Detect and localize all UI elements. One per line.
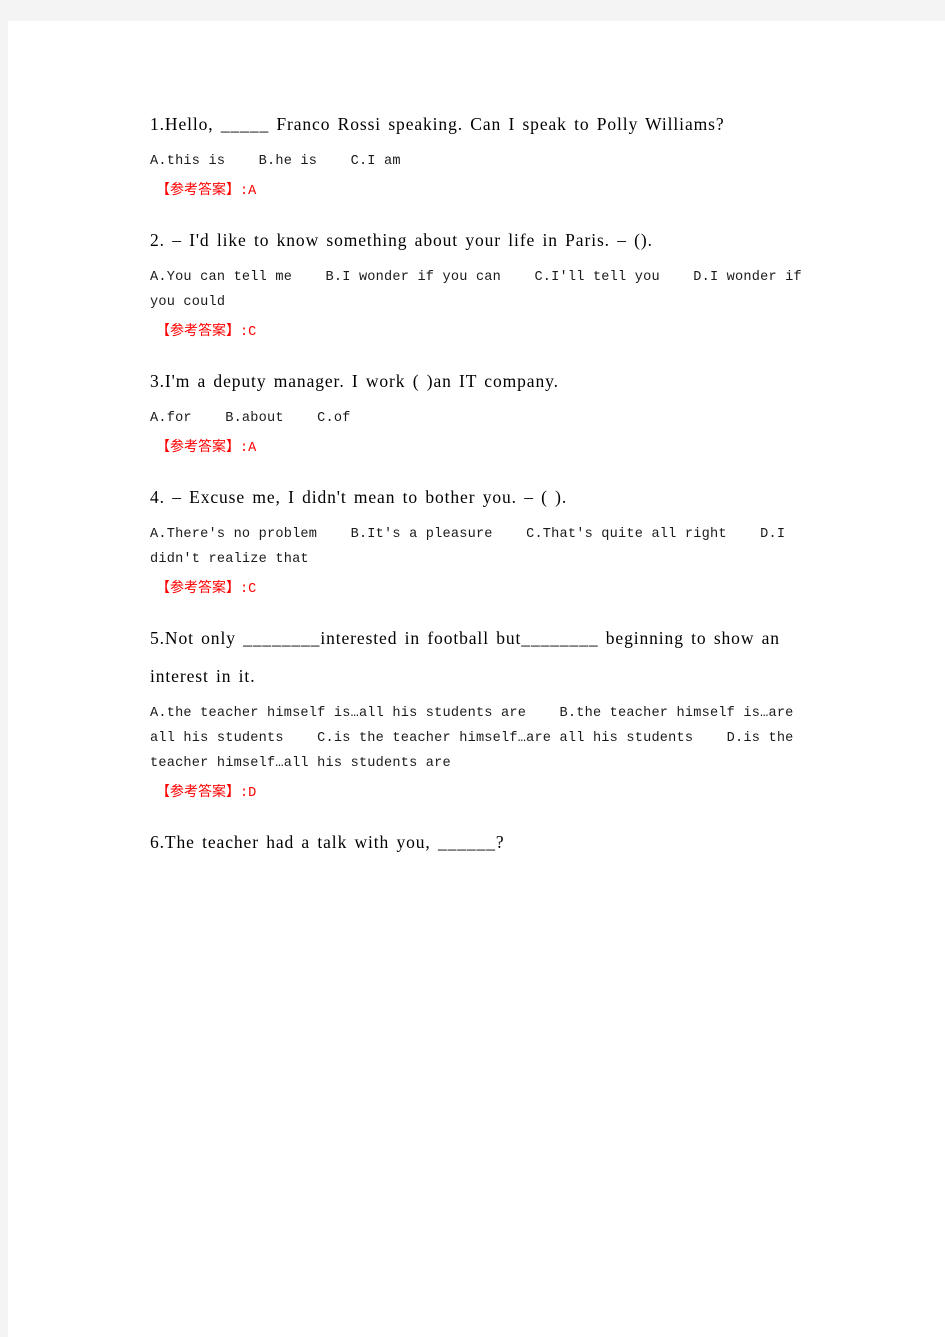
- question-block-1: 1.Hello, _____ Franco Rossi speaking. Ca…: [150, 105, 818, 204]
- answer-label-4: 【参考答案】: [156, 580, 240, 596]
- question-stem-2: 2. – I'd like to know something about yo…: [150, 230, 653, 250]
- answer-value-5: D: [248, 786, 257, 801]
- answer-value-4: C: [248, 582, 257, 597]
- answer-label-2: 【参考答案】: [156, 323, 240, 339]
- answer-line-5: 【参考答案】:D: [156, 780, 818, 806]
- answer-sep-1: :: [240, 184, 249, 199]
- answer-sep-2: :: [240, 325, 249, 340]
- question-stem-4: 4. – Excuse me, I didn't mean to bother …: [150, 487, 568, 507]
- answer-line-3: 【参考答案】:A: [156, 435, 818, 461]
- question-block-2: 2. – I'd like to know something about yo…: [150, 221, 818, 345]
- answer-line-4: 【参考答案】:C: [156, 576, 818, 602]
- answer-value-2: C: [248, 325, 257, 340]
- answer-sep-3: :: [240, 441, 249, 456]
- question-stem-5: 5.Not only ________interested in footbal…: [150, 628, 788, 686]
- question-options-2: A.You can tell me B.I wonder if you can …: [150, 270, 811, 310]
- question-options-4: A.There's no problem B.It's a pleasure C…: [150, 527, 794, 567]
- question-options-1: A.this is B.he is C.I am: [150, 154, 401, 169]
- answer-value-1: A: [248, 184, 257, 199]
- answer-sep-4: :: [240, 582, 249, 597]
- answer-line-2: 【参考答案】:C: [156, 319, 818, 345]
- questions-container: 1.Hello, _____ Franco Rossi speaking. Ca…: [150, 105, 818, 878]
- answer-value-3: A: [248, 441, 257, 456]
- question-options-3: A.for B.about C.of: [150, 411, 351, 426]
- question-options-5: A.the teacher himself is…all his student…: [150, 706, 802, 771]
- answer-label-1: 【参考答案】: [156, 182, 240, 198]
- question-stem-1: 1.Hello, _____ Franco Rossi speaking. Ca…: [150, 114, 725, 134]
- answer-label-5: 【参考答案】: [156, 784, 240, 800]
- question-stem-3: 3.I'm a deputy manager. I work ( )an IT …: [150, 371, 559, 391]
- answer-label-3: 【参考答案】: [156, 439, 240, 455]
- answer-sep-5: :: [240, 786, 249, 801]
- answer-line-1: 【参考答案】:A: [156, 178, 818, 204]
- question-block-4: 4. – Excuse me, I didn't mean to bother …: [150, 478, 818, 602]
- question-stem-6: 6.The teacher had a talk with you, _____…: [150, 832, 505, 852]
- question-block-6: 6.The teacher had a talk with you, _____…: [150, 823, 818, 861]
- question-block-5: 5.Not only ________interested in footbal…: [150, 619, 818, 806]
- document-page: 1.Hello, _____ Franco Rossi speaking. Ca…: [8, 21, 945, 1337]
- question-block-3: 3.I'm a deputy manager. I work ( )an IT …: [150, 362, 818, 461]
